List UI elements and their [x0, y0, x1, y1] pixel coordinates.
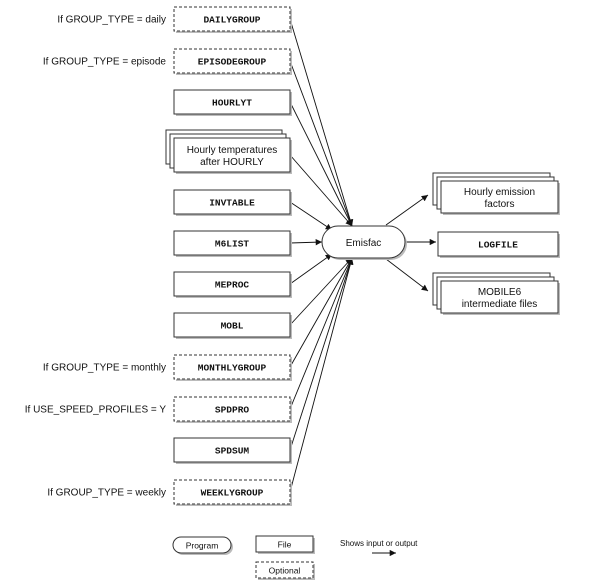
input-spdsum-label: SPDSUM	[215, 446, 250, 457]
input-mobl[interactable]: MOBL	[173, 312, 292, 339]
input-monthlygroup-arrow	[289, 257, 353, 368]
legend-optional-label: Optional	[269, 566, 301, 576]
input-spdpro-condition: If USE_SPEED_PROFILES = Y	[25, 405, 167, 416]
program-emisfac-label: Emisfac	[346, 238, 382, 249]
input-invtable-arrow	[289, 201, 333, 231]
input-mobl-label: MOBL	[221, 321, 244, 332]
output-hourly-emission-label: Hourly emission	[464, 187, 535, 198]
input-episodegroup-arrow	[289, 60, 353, 227]
input-dailygroup-condition: If GROUP_TYPE = daily	[57, 15, 166, 26]
input-m6list[interactable]: M6LIST	[173, 230, 292, 257]
input-hourlyt-arrow	[289, 101, 353, 227]
output-mobile6[interactable]: MOBILE6intermediate files	[432, 272, 560, 315]
input-monthlygroup[interactable]: MONTHLYGROUP If GROUP_TYPE = monthly	[43, 354, 292, 381]
output-hourly-emission[interactable]: Hourly emissionfactors	[432, 172, 560, 215]
input-episodegroup-label: EPISODEGROUP	[198, 57, 267, 68]
input-dailygroup-arrow	[289, 18, 354, 227]
input-dailygroup-label: DAILYGROUP	[203, 15, 260, 26]
input-monthlygroup-condition: If GROUP_TYPE = monthly	[43, 363, 166, 374]
legend: Program File Optional Shows input or out…	[172, 535, 418, 580]
input-invtable-label: INVTABLE	[209, 198, 255, 209]
output-mobile6-label-line2: intermediate files	[462, 299, 538, 310]
input-m6list-arrow	[289, 239, 323, 246]
legend-file-label: File	[278, 540, 292, 550]
input-meproc[interactable]: MEPROC	[173, 271, 292, 298]
input-hourlyt-label: HOURLYT	[212, 98, 252, 109]
input-episodegroup[interactable]: EPISODEGROUP If GROUP_TYPE = episode	[43, 48, 292, 75]
input-hourly-temperatures-label-line2: after HOURLY	[200, 157, 264, 168]
input-hourly-temperatures-label: Hourly temperatures	[187, 145, 278, 156]
input-meproc-arrow	[289, 253, 333, 285]
emisfac-diagram: DAILYGROUP If GROUP_TYPE = daily EPISODEGR…	[25, 6, 560, 580]
legend-program-label: Program	[186, 541, 219, 551]
program-emisfac[interactable]: Emisfac	[321, 225, 407, 260]
input-hourly-temperatures-arrow	[289, 154, 353, 227]
input-weeklygroup-arrow	[289, 257, 354, 493]
input-episodegroup-condition: If GROUP_TYPE = episode	[43, 57, 167, 68]
input-spdpro[interactable]: SPDPRO If USE_SPEED_PROFILES = Y	[25, 396, 292, 423]
input-hourly-temperatures[interactable]: Hourly temperaturesafter HOURLY	[165, 129, 292, 174]
input-weeklygroup-condition: If GROUP_TYPE = weekly	[47, 488, 166, 499]
input-hourlyt[interactable]: HOURLYT	[173, 89, 292, 116]
output-hourly-emission-label-line2: factors	[484, 199, 514, 210]
input-spdsum-arrow	[289, 257, 354, 451]
legend-arrow-label: Shows input or output	[340, 539, 418, 548]
input-monthlygroup-label: MONTHLYGROUP	[198, 363, 267, 374]
input-spdpro-arrow	[289, 257, 353, 410]
input-spdpro-label: SPDPRO	[215, 405, 250, 416]
output-logfile[interactable]: LOGFILE	[437, 231, 560, 258]
output-logfile-label: LOGFILE	[478, 240, 518, 251]
input-m6list-label: M6LIST	[215, 239, 250, 250]
input-meproc-label: MEPROC	[215, 280, 250, 291]
input-weeklygroup-label: WEEKLYGROUP	[201, 488, 264, 499]
input-invtable[interactable]: INVTABLE	[173, 189, 292, 216]
output-mobile6-label: MOBILE6	[478, 287, 522, 298]
output-mobile6-arrow	[385, 258, 429, 292]
input-dailygroup[interactable]: DAILYGROUP If GROUP_TYPE = daily	[57, 6, 292, 33]
input-weeklygroup[interactable]: WEEKLYGROUP If GROUP_TYPE = weekly	[47, 479, 292, 506]
output-hourly-emission-arrow	[385, 194, 429, 226]
input-spdsum[interactable]: SPDSUM	[173, 437, 292, 464]
